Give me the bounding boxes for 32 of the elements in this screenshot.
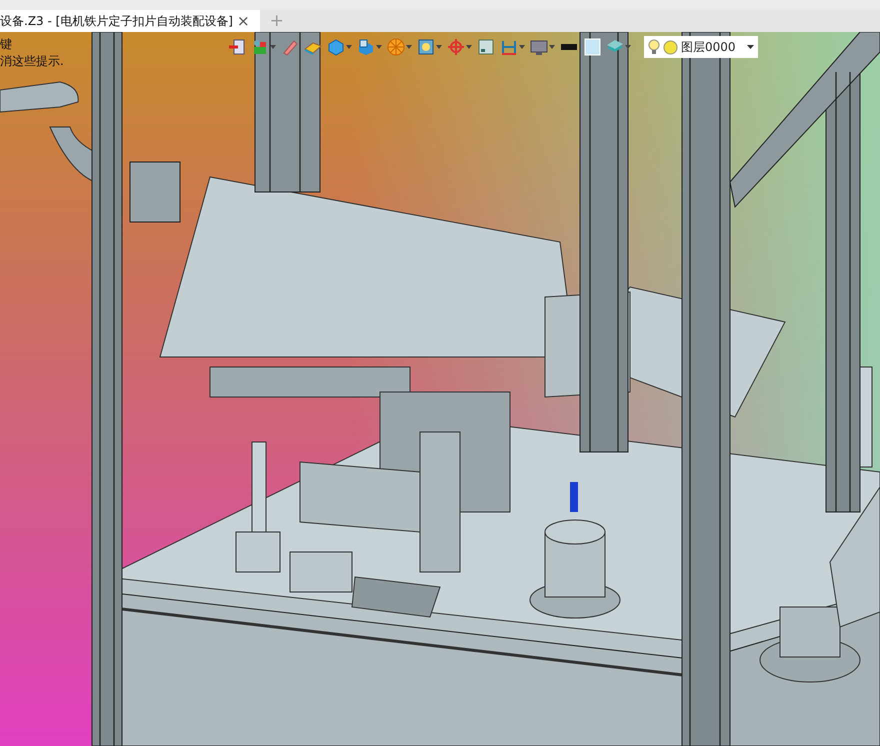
light-swatch-icon: [583, 38, 601, 56]
picture-frame-icon: [477, 38, 495, 56]
zoom-button[interactable]: [417, 38, 442, 56]
cube-button[interactable]: [327, 38, 352, 56]
hint-text: 消这些提示.: [0, 53, 64, 70]
dimension-button[interactable]: [500, 38, 525, 56]
picture-frame-button[interactable]: [477, 38, 495, 56]
tab-title[interactable]: 设备.Z3 - [电机铁片定子扣片自动装配设备]: [0, 12, 233, 30]
layer-name: 图层0000: [681, 39, 737, 56]
wheel-button[interactable]: [387, 38, 412, 56]
cube-view-button[interactable]: [357, 38, 382, 56]
filter-icon: [251, 38, 269, 56]
layer-dropdown[interactable]: 图层0000: [644, 36, 758, 58]
monitor-button[interactable]: [530, 38, 555, 56]
pencil-icon: [281, 38, 299, 56]
cube-view-icon: [357, 38, 375, 56]
hint-text: 键: [0, 36, 13, 53]
light-bulb-icon: [648, 39, 660, 55]
caret-icon: [747, 45, 754, 49]
target-icon: [447, 38, 465, 56]
cube-icon: [327, 38, 345, 56]
target-button[interactable]: [447, 38, 472, 56]
dimension-icon: [500, 38, 518, 56]
monitor-icon: [530, 38, 548, 56]
wheel-icon: [387, 38, 405, 56]
close-button[interactable]: ×: [233, 14, 254, 28]
light-swatch-button[interactable]: [583, 38, 601, 56]
zoom-icon: [417, 38, 435, 56]
exit-button[interactable]: [228, 38, 246, 56]
filter-button[interactable]: [251, 38, 276, 56]
exit-icon: [228, 38, 246, 56]
circle-icon: [663, 40, 678, 54]
